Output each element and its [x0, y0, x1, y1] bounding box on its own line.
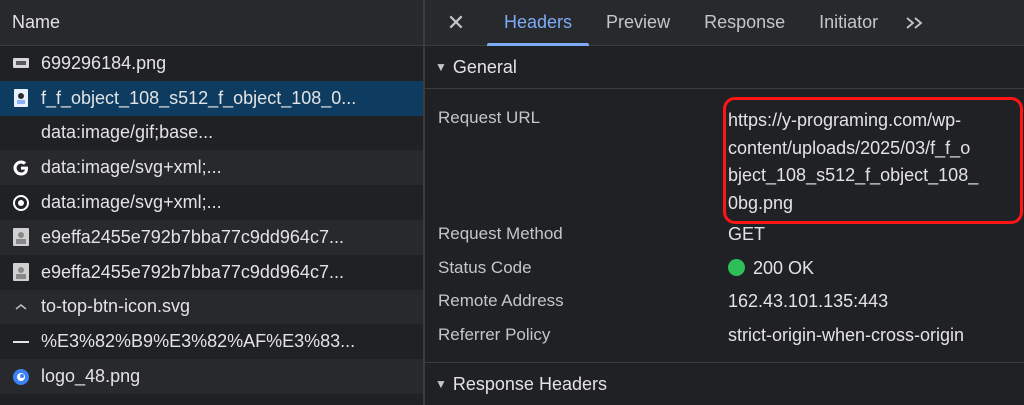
request-url-label: Request URL: [438, 108, 541, 127]
image-icon: [12, 54, 30, 72]
tab-initiator[interactable]: Initiator: [802, 0, 895, 45]
request-row[interactable]: %E3%82%B9%E3%82%AF%E3%83...: [0, 324, 423, 359]
request-rows: 699296184.png f_f_object_108_s512_f_obje…: [0, 46, 423, 394]
referrer-policy-label: Referrer Policy: [438, 325, 551, 344]
request-row[interactable]: e9effa2455e792b7bba77c9dd964c7...: [0, 219, 423, 255]
request-row-selected[interactable]: f_f_object_108_s512_f_object_108_0...: [0, 80, 423, 116]
remote-address-label: Remote Address: [438, 291, 564, 310]
request-name: to-top-btn-icon.svg: [41, 296, 191, 317]
request-method-label: Request Method: [438, 224, 563, 243]
image-icon: [12, 263, 30, 282]
tab-preview[interactable]: Preview: [589, 0, 687, 45]
status-ok-dot-icon: [728, 259, 745, 276]
request-row[interactable]: 699296184.png: [0, 46, 423, 81]
close-icon[interactable]: ✕: [425, 0, 487, 45]
url-highlight-box: [723, 97, 1023, 224]
request-row[interactable]: data:image/gif;base...: [0, 116, 423, 151]
tab-response[interactable]: Response: [687, 0, 802, 45]
request-row[interactable]: to-top-btn-icon.svg: [0, 289, 423, 325]
general-section-header[interactable]: ▼ General: [425, 46, 1024, 89]
logo-icon: [12, 368, 30, 386]
request-row[interactable]: data:image/svg+xml;...: [0, 185, 423, 220]
request-name: 699296184.png: [41, 52, 167, 73]
collapse-triangle-icon: ▼: [435, 377, 447, 391]
more-tabs-chevron-icon[interactable]: [895, 0, 935, 45]
details-tabbar: ✕ Headers Preview Response Initiator: [425, 0, 1024, 46]
tab-headers[interactable]: Headers: [487, 0, 590, 46]
request-row[interactable]: e9effa2455e792b7bba77c9dd964c7...: [0, 255, 423, 290]
request-method-value: GET: [728, 224, 766, 244]
request-name: %E3%82%B9%E3%82%AF%E3%83...: [41, 331, 356, 352]
image-icon: [12, 89, 30, 108]
request-name: data:image/svg+xml;...: [41, 157, 222, 178]
general-section-title: General: [452, 56, 517, 77]
request-name: e9effa2455e792b7bba77c9dd964c7...: [41, 261, 344, 282]
request-name: data:image/gif;base...: [41, 122, 214, 143]
response-headers-title: Response Headers: [452, 373, 607, 394]
image-icon: [12, 228, 30, 247]
remote-address-value: 162.43.101.135:443: [728, 291, 889, 311]
status-code-text: 200 OK: [753, 258, 815, 278]
google-g-icon: [12, 159, 30, 177]
request-row[interactable]: data:image/svg+xml;...: [0, 150, 423, 186]
collapse-triangle-icon: ▼: [435, 60, 447, 74]
request-list-pane: Name 699296184.png f_f_object_108_s512_f…: [0, 0, 423, 405]
name-column-label: Name: [12, 12, 61, 32]
name-column-header[interactable]: Name: [0, 0, 423, 46]
response-headers-section-header[interactable]: ▼ Response Headers: [425, 362, 1024, 405]
request-name: logo_48.png: [41, 366, 141, 387]
chevron-up-icon: [12, 298, 30, 316]
dash-icon: [12, 333, 30, 351]
request-name: data:image/svg+xml;...: [41, 192, 222, 213]
referrer-policy-value: strict-origin-when-cross-origin: [728, 325, 965, 345]
blank-icon: [12, 124, 30, 142]
status-code-label: Status Code: [438, 258, 532, 277]
request-name: e9effa2455e792b7bba77c9dd964c7...: [41, 226, 344, 247]
request-row[interactable]: logo_48.png: [0, 359, 423, 394]
status-code-value: 200 OK: [728, 258, 814, 279]
request-details-pane: ✕ Headers Preview Response Initiator ▼ G…: [425, 0, 1024, 405]
request-name: f_f_object_108_s512_f_object_108_0...: [41, 87, 357, 108]
target-icon: [12, 194, 30, 212]
